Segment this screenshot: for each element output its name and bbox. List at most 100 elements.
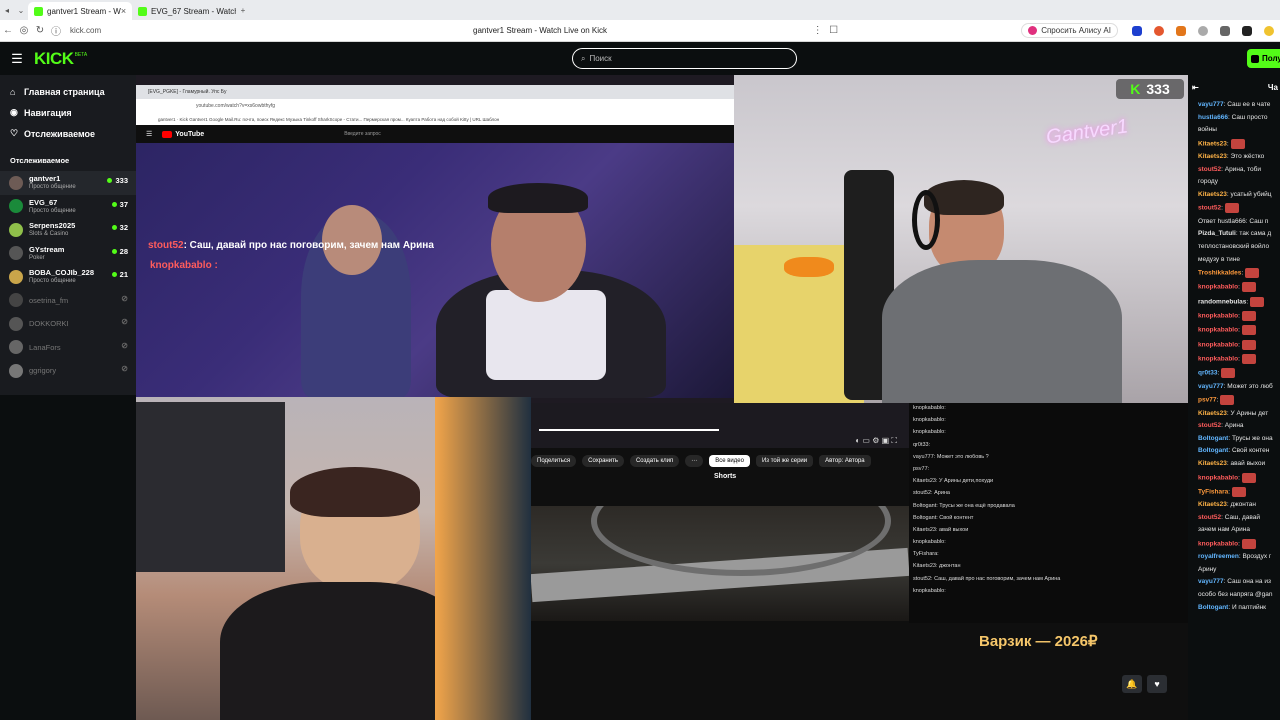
puzzle-extension-icon[interactable]: [1219, 25, 1230, 36]
chat-username[interactable]: stout52: [1198, 166, 1221, 173]
follow-heart-icon[interactable]: ♥: [1147, 675, 1167, 693]
chat-username[interactable]: knopkabablo: [1198, 313, 1238, 320]
chat-username[interactable]: knopkabablo: [1198, 284, 1238, 291]
avatar: [9, 316, 23, 331]
emote-icon: [1220, 395, 1235, 406]
chat-username[interactable]: Kitaets23: [1198, 153, 1227, 160]
chat-username[interactable]: TyFishara: [1198, 489, 1228, 496]
chat-username[interactable]: stout52: [1198, 205, 1221, 212]
chat-username[interactable]: stout52: [1198, 422, 1221, 429]
protect-icon[interactable]: ◎: [16, 25, 32, 36]
chat-username[interactable]: knopkabablo: [1198, 327, 1238, 334]
url-field[interactable]: kick.com: [70, 26, 450, 35]
sidebar-channel[interactable]: EVG_67 Просто общение 37: [0, 195, 136, 219]
chat-username[interactable]: Boltogant: [1198, 435, 1228, 442]
channel-info: LanaFors: [29, 343, 61, 352]
profile-avatar[interactable]: [1263, 25, 1274, 36]
overlay-chat-line: knopkabablo :: [150, 260, 218, 271]
bell-icon[interactable]: 🔔: [1122, 675, 1142, 693]
sidebar-channel[interactable]: Serpens2025 Slots & Casino 32: [0, 218, 136, 242]
collapse-chat-icon[interactable]: ⇤: [1192, 83, 1199, 92]
youtube-play-icon: [162, 130, 173, 138]
chat-username[interactable]: Kitaets23: [1198, 410, 1227, 417]
more-icon[interactable]: ⋮: [810, 25, 826, 36]
chat-text: : Это жёстко: [1226, 153, 1265, 161]
chat-text: : Саш, давай: [1221, 513, 1260, 521]
back-icon[interactable]: ←: [0, 25, 16, 36]
chat-username[interactable]: knopkabablo: [1198, 341, 1238, 348]
sidebar-channel[interactable]: osetrina_fm ⊘: [0, 289, 136, 313]
sidebar-channel[interactable]: gantver1 Просто общение 333: [0, 171, 136, 195]
chat-username[interactable]: randomnebulas: [1198, 299, 1246, 306]
fire-extension-icon[interactable]: [1153, 25, 1164, 36]
search-input[interactable]: ⌕ Поиск: [572, 48, 797, 69]
chat-username[interactable]: Boltogant: [1198, 604, 1228, 611]
chat-username[interactable]: Pizda_Tutuli: [1198, 230, 1236, 237]
offline-icon: ⊘: [121, 293, 128, 303]
close-tab-icon[interactable]: ×: [121, 6, 126, 16]
shorts-thumbnail: [531, 506, 909, 621]
reload-icon[interactable]: ↻: [32, 25, 48, 36]
chat-username[interactable]: Kitaets23: [1198, 501, 1227, 508]
sidebar-channel[interactable]: BOBA_COJIb_228 Просто общение 21: [0, 265, 136, 289]
following-title: Отслеживаемое: [10, 156, 70, 165]
kick-logo[interactable]: KICK: [34, 49, 74, 69]
chat-username[interactable]: Kitaets23: [1198, 141, 1227, 148]
chat-text: : Саш ее в чате: [1223, 101, 1271, 108]
sidebar-channel[interactable]: DOKKORKI ⊘: [0, 312, 136, 336]
chat-username[interactable]: psv77: [1198, 397, 1216, 404]
new-tab-icon[interactable]: +: [236, 6, 250, 15]
avatar: [9, 246, 23, 261]
sidebar: ⌂ Главная страница ◉ Навигация ♡ Отслежи…: [0, 75, 136, 395]
shield-extension-icon[interactable]: [1131, 25, 1142, 36]
chat-username[interactable]: royalfreemen: [1198, 553, 1239, 560]
chat-message: Pizda_Tutuli: так сама д: [1188, 228, 1280, 241]
chat-username[interactable]: knopkabablo: [1198, 356, 1238, 363]
chat-username[interactable]: vayu777: [1198, 101, 1224, 108]
overlay-chat-message: stout52: Саш, давай про нас поговорим, з…: [913, 575, 1061, 582]
sidebar-extension-icon[interactable]: [1241, 25, 1252, 36]
browser-tab[interactable]: EVG_67 Stream - Watch Li: [132, 2, 236, 20]
audio-icon[interactable]: ◂: [0, 6, 14, 15]
offline-icon: ⊘: [121, 364, 128, 373]
site-info-icon[interactable]: ⓘ: [48, 23, 64, 38]
login-button[interactable]: Полу: [1247, 49, 1280, 68]
chat-text: : Трусы же она: [1228, 434, 1273, 442]
viewer-count: 333: [1146, 81, 1170, 97]
tabs-dropdown-icon[interactable]: ⌄: [14, 6, 28, 15]
channel-name: ggrigory: [29, 366, 57, 376]
chat-message: Boltogant: Трусы же она: [1188, 433, 1280, 446]
chat-username[interactable]: stout52: [1198, 514, 1221, 521]
bookmark-icon[interactable]: ☐: [826, 25, 842, 36]
sidebar-channel[interactable]: LanaFors ⊘: [0, 336, 136, 360]
chat-username[interactable]: vayu777: [1198, 383, 1224, 390]
nav-home[interactable]: ⌂ Главная страница: [0, 81, 136, 102]
alisa-button[interactable]: Спросить Алису AI: [1021, 23, 1118, 38]
chat-username[interactable]: Kitaets23: [1198, 191, 1227, 198]
channel-info: gantver1 Просто общение: [29, 174, 76, 191]
chat-username[interactable]: knopkabablo: [1198, 474, 1238, 481]
avatar: [9, 222, 23, 237]
sidebar-channel[interactable]: GYstream Poker 28: [0, 242, 136, 266]
metamask-extension-icon[interactable]: [1175, 25, 1186, 36]
chat-message: stout52:: [1188, 201, 1280, 215]
kick-k-icon: K: [1130, 81, 1141, 97]
hamburger-menu-icon[interactable]: ☰: [0, 51, 34, 67]
chat-username[interactable]: Troshikkaldes: [1198, 270, 1241, 277]
chat-username[interactable]: hustla666: [1198, 114, 1228, 121]
translate-extension-icon[interactable]: [1197, 25, 1208, 36]
nav-following[interactable]: ♡ Отслеживаемое: [0, 123, 136, 144]
browser-tab-active[interactable]: gantver1 Stream - W ×: [28, 2, 132, 20]
chat-username[interactable]: Kitaets23: [1198, 460, 1227, 467]
nav-browse[interactable]: ◉ Навигация: [0, 102, 136, 123]
sidebar-channel[interactable]: ggrigory ⊘: [0, 359, 136, 383]
chat-text: : Свой контен: [1228, 447, 1270, 455]
overlay-chat-message: psv77:: [913, 465, 930, 472]
overlay-chat-message: knopkabablo:: [913, 417, 946, 424]
chat-username[interactable]: qr0t33: [1198, 370, 1218, 377]
headphones: [912, 190, 940, 250]
chat-username[interactable]: vayu777: [1198, 578, 1224, 585]
chat-username[interactable]: knopkabablo: [1198, 541, 1238, 548]
chat-username[interactable]: Boltogant: [1198, 447, 1228, 454]
stream-player[interactable]: [EVG_PGKE] - Гламурный. Упс Бу youtube.c…: [136, 75, 1188, 720]
